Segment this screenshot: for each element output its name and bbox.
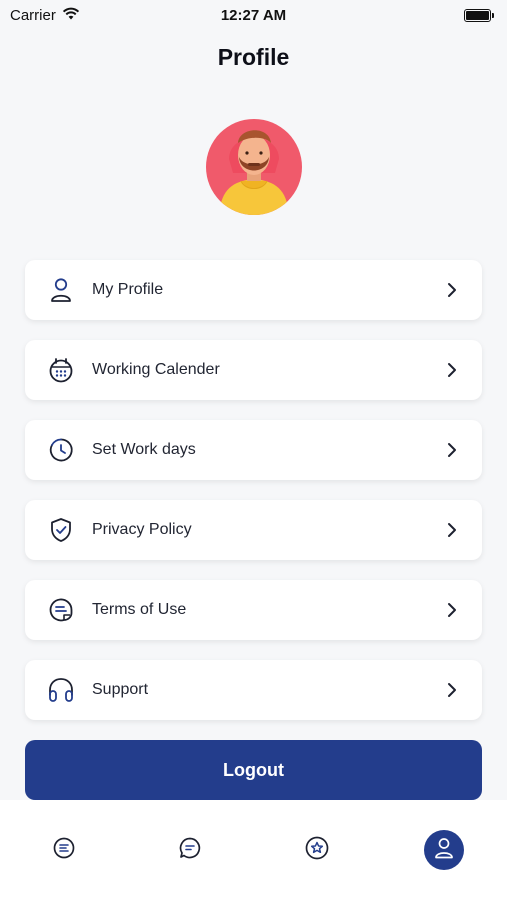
status-bar: Carrier 12:27 AM xyxy=(0,0,507,30)
document-icon xyxy=(47,596,75,624)
menu-item-privacy-policy[interactable]: Privacy Policy xyxy=(25,500,482,560)
menu-item-working-calender[interactable]: Working Calender xyxy=(25,340,482,400)
tab-bar xyxy=(0,800,507,900)
wifi-icon xyxy=(62,7,80,24)
tab-profile[interactable] xyxy=(424,830,464,870)
chevron-right-icon xyxy=(446,442,458,458)
user-icon xyxy=(434,837,454,864)
tab-chat[interactable] xyxy=(170,830,210,870)
chevron-right-icon xyxy=(446,282,458,298)
page-title: Profile xyxy=(217,44,290,70)
user-icon xyxy=(47,276,75,304)
calendar-icon xyxy=(47,356,75,384)
menu-item-set-work-days[interactable]: Set Work days xyxy=(25,420,482,480)
menu-item-label: Set Work days xyxy=(92,441,196,458)
clock-icon xyxy=(47,436,75,464)
list-icon xyxy=(53,837,75,864)
chevron-right-icon xyxy=(446,602,458,618)
menu-item-support[interactable]: Support xyxy=(25,660,482,720)
menu-item-my-profile[interactable]: My Profile xyxy=(25,260,482,320)
menu-item-label: My Profile xyxy=(92,281,164,298)
status-left: Carrier xyxy=(10,7,80,24)
logout-button[interactable]: Logout xyxy=(25,740,482,800)
menu-item-label: Terms of Use xyxy=(92,601,187,618)
chevron-right-icon xyxy=(446,682,458,698)
tab-badge[interactable] xyxy=(297,830,337,870)
badge-icon xyxy=(305,836,329,865)
menu-item-label: Support xyxy=(92,681,149,698)
headphones-icon xyxy=(47,676,75,704)
chevron-right-icon xyxy=(446,362,458,378)
chevron-right-icon xyxy=(446,522,458,538)
carrier-label: Carrier xyxy=(10,6,56,24)
settings-menu: My Profile Working Calender Set Work day… xyxy=(25,260,482,740)
chat-icon xyxy=(179,837,201,864)
menu-item-terms-of-use[interactable]: Terms of Use xyxy=(25,580,482,640)
battery-icon xyxy=(464,8,494,22)
menu-item-label: Privacy Policy xyxy=(92,521,192,538)
avatar[interactable] xyxy=(205,115,303,215)
shield-check-icon xyxy=(47,516,75,544)
menu-item-label: Working Calender xyxy=(92,361,220,378)
tab-list[interactable] xyxy=(44,830,84,870)
